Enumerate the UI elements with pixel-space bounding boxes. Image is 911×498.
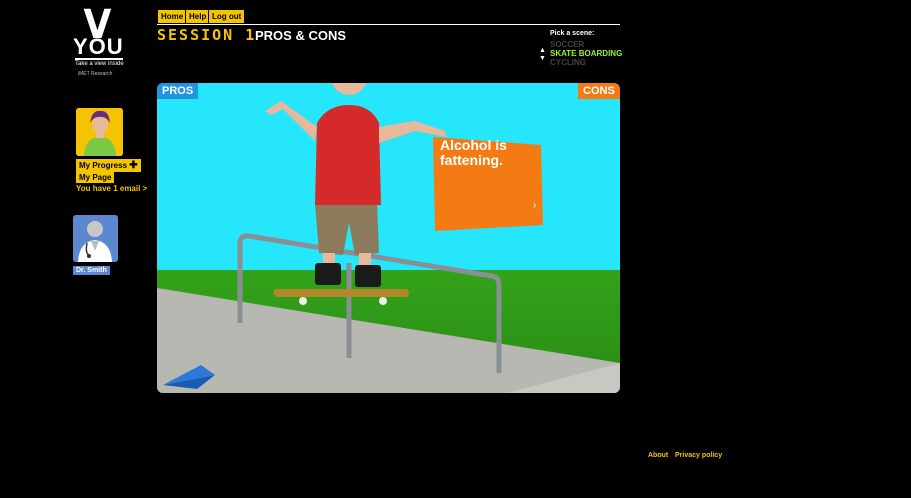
scene-option-skateboarding[interactable]: SKATE BOARDING bbox=[550, 49, 622, 58]
privacy-policy-link[interactable]: Privacy policy bbox=[675, 452, 722, 459]
doctor-icon bbox=[73, 215, 118, 262]
doctor-name[interactable]: Dr. Smith bbox=[73, 266, 110, 275]
arrow-up-icon[interactable]: ▲ bbox=[539, 47, 546, 55]
my-progress-button[interactable]: My Progress ✚ bbox=[76, 159, 141, 172]
tab-cons[interactable]: CONS bbox=[578, 83, 620, 99]
my-progress-label: My Progress bbox=[79, 161, 128, 170]
scene-scroll-arrows[interactable]: ▲ ▼ bbox=[539, 47, 546, 63]
about-link[interactable]: About bbox=[648, 452, 668, 459]
scene-option-soccer[interactable]: SOCCER bbox=[550, 40, 584, 49]
con-card-text: Alcohol is fattening. bbox=[440, 137, 507, 168]
scene-viewport bbox=[157, 83, 620, 393]
scene-picker-title: Pick a scene: bbox=[550, 30, 595, 37]
help-button[interactable]: Help bbox=[185, 9, 211, 24]
scene-option-cycling[interactable]: CYCLING bbox=[550, 58, 586, 67]
org-name: iMET Research bbox=[78, 71, 113, 77]
arrow-down-icon[interactable]: ▼ bbox=[539, 55, 546, 63]
user-avatar[interactable] bbox=[76, 108, 123, 156]
session-label: SESSION 1 bbox=[157, 26, 257, 44]
header-divider bbox=[157, 24, 620, 25]
teen-avatar-icon bbox=[76, 108, 123, 156]
tab-pros[interactable]: PROS bbox=[157, 83, 199, 99]
chevron-right-icon[interactable]: › bbox=[533, 200, 536, 211]
page-title: PROS & CONS bbox=[255, 28, 347, 43]
tagline: Take a view inside bbox=[75, 61, 124, 67]
logo-divider bbox=[75, 58, 123, 60]
logo-you: YOU bbox=[73, 34, 124, 59]
my-page-button[interactable]: My Page bbox=[76, 172, 115, 183]
doctor-avatar[interactable] bbox=[73, 215, 118, 262]
plus-icon: ✚ bbox=[129, 160, 138, 171]
logout-button[interactable]: Log out bbox=[208, 9, 246, 24]
scene-illustration bbox=[157, 83, 620, 393]
email-notice-link[interactable]: You have 1 email > bbox=[76, 184, 147, 193]
home-button[interactable]: Home bbox=[157, 9, 188, 24]
